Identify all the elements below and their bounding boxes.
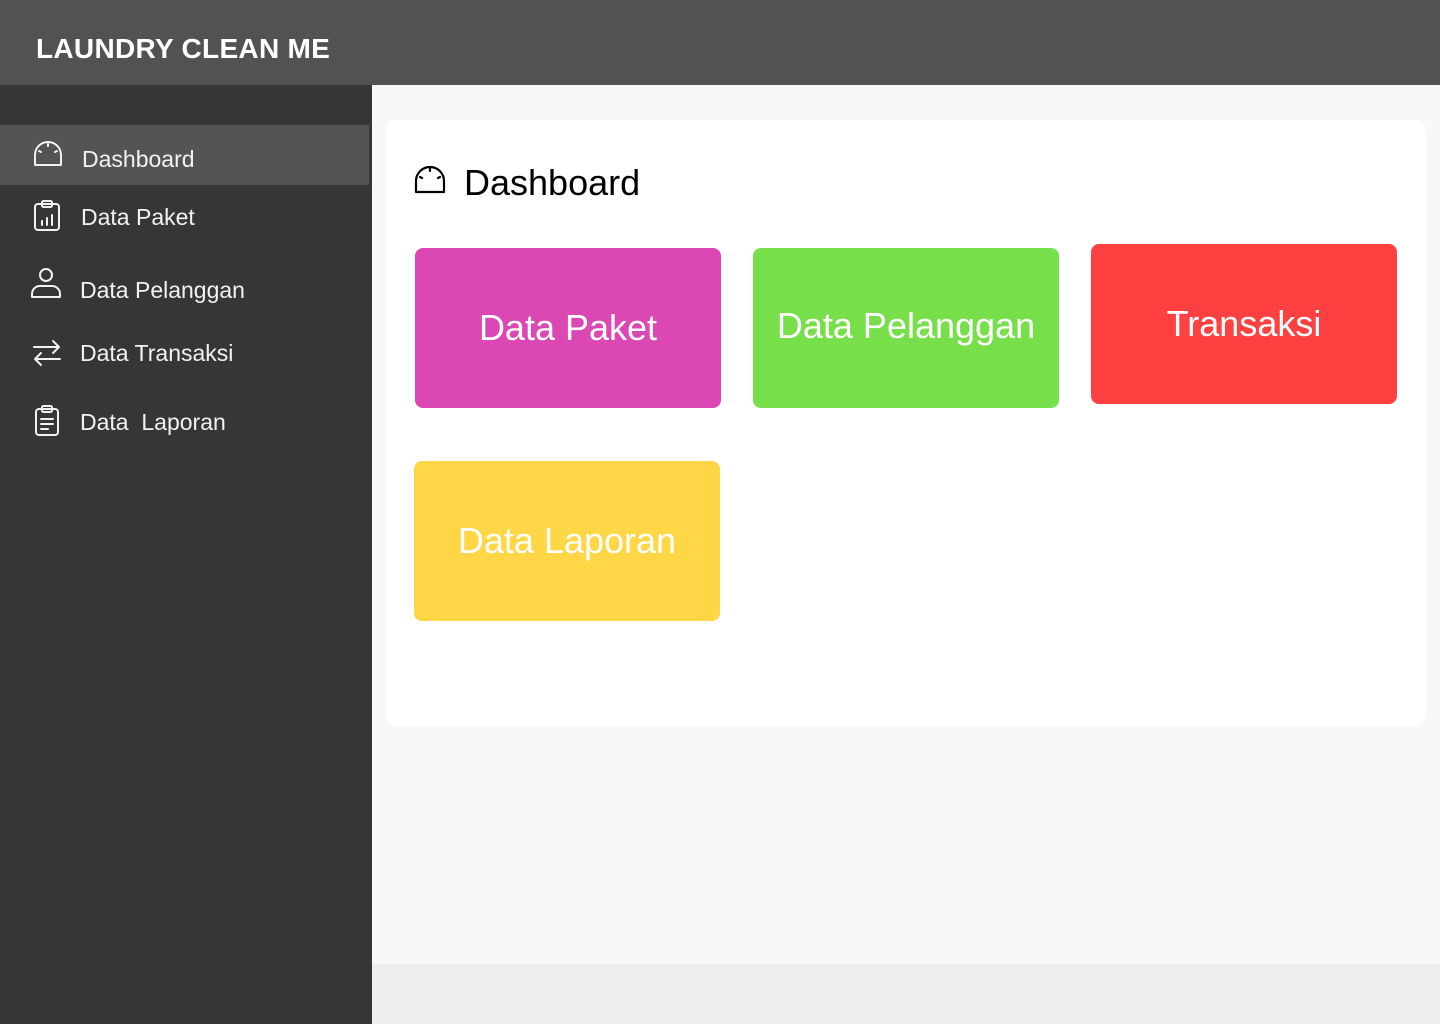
transfer-arrows-icon: [30, 336, 64, 370]
sidebar-item-data-pelanggan[interactable]: Data Pelanggan: [0, 260, 369, 320]
clipboard-list-icon: [30, 404, 64, 438]
sidebar-item-label: Dashboard: [82, 146, 195, 172]
sidebar-item-data-transaksi[interactable]: Data Transaksi: [0, 323, 369, 383]
sidebar-item-label: Data Laporan: [80, 409, 226, 435]
card-label: Data Pelanggan: [776, 305, 1036, 346]
card-label: Transaksi: [1166, 303, 1322, 344]
dashboard-panel: [386, 120, 1426, 726]
app-title: LAUNDRY CLEAN ME: [36, 33, 331, 64]
sidebar-item-label: Data Pelanggan: [80, 277, 245, 303]
sidebar-item-data-paket[interactable]: Data Paket: [0, 187, 369, 247]
top-bar: LAUNDRY CLEAN ME: [0, 0, 1440, 85]
dashboard-icon: [31, 137, 65, 171]
clipboard-chart-icon: [30, 199, 64, 233]
page-title: Dashboard: [464, 162, 641, 203]
card-data-pelanggan[interactable]: Data Pelanggan: [753, 248, 1059, 408]
sidebar-item-label: Data Transaksi: [80, 340, 234, 366]
dashboard-icon: [412, 162, 448, 198]
user-icon: [29, 266, 63, 300]
card-label: Data Laporan: [457, 520, 677, 561]
card-transaksi[interactable]: Transaksi: [1091, 244, 1397, 404]
card-label: Data Paket: [478, 307, 658, 348]
card-data-paket[interactable]: Data Paket: [415, 248, 721, 408]
card-data-laporan[interactable]: Data Laporan: [414, 461, 720, 621]
sidebar-item-data-laporan[interactable]: Data Laporan: [0, 392, 369, 452]
sidebar-item-dashboard[interactable]: Dashboard: [0, 125, 369, 185]
footer-bar: [372, 964, 1440, 1024]
sidebar-item-label: Data Paket: [81, 204, 195, 230]
